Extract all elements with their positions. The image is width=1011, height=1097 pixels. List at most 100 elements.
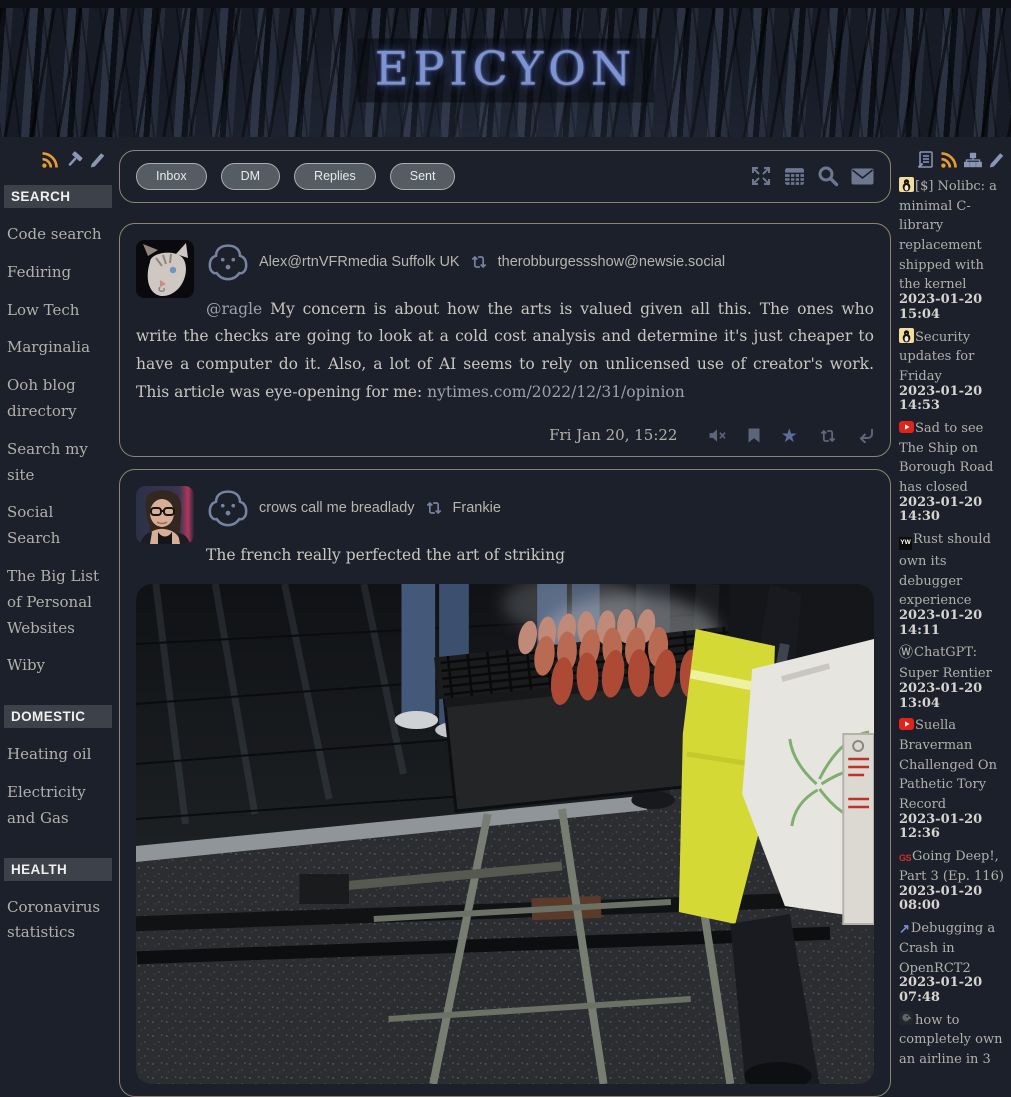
newswire-item: ↗Debugging a Crash in OpenRCT2 2023-01-2… (899, 917, 1008, 1006)
newswire-date: 2023-01-20 13:04 (899, 682, 1008, 711)
post-photo-strike-grill[interactable] (136, 584, 874, 1084)
sidebar-link-search-my-site[interactable]: Search my site (7, 437, 109, 489)
avatar[interactable] (136, 486, 194, 544)
boost-indicator-icon (424, 500, 444, 516)
newswire-item: Sad to see The Ship on Borough Road has … (899, 417, 1008, 525)
boost-target-handle[interactable]: Frankie (453, 500, 501, 516)
sidebar-link-fediring[interactable]: Fediring (7, 260, 109, 286)
mention-link[interactable]: @ragle (206, 300, 262, 318)
article-link[interactable]: nytimes.com/2022/12/31/opinion (427, 383, 685, 401)
left-sidebar: SEARCH Code search Fediring Low Tech Mar… (0, 137, 116, 958)
sidebar-link-coronavirus-statistics[interactable]: Coronavirus statistics (7, 895, 109, 947)
newswire-link[interactable]: Going Deep!, Part 3 (Ep. 116) (899, 849, 1004, 884)
newswire-date: 2023-01-20 08:00 (899, 885, 1008, 914)
wordpress-icon: Ⓦ (899, 642, 913, 662)
yw-favicon-icon: YW (899, 537, 912, 550)
calendar-icon[interactable] (784, 166, 805, 187)
newswire-date: 2023-01-20 07:48 (899, 976, 1008, 1005)
edit-pen-icon[interactable] (988, 151, 1006, 169)
post-2: crows call me breadlady Frankie The fren… (119, 469, 891, 1097)
newswire-item: Suella Braverman Challenged On Pathetic … (899, 714, 1008, 842)
search-icon[interactable] (817, 165, 839, 187)
timeline-icon-group (750, 165, 874, 187)
search-links: Code search Fediring Low Tech Marginalia… (0, 222, 116, 679)
newswire-item: YWRust should own its debugger experienc… (899, 528, 1008, 638)
newswire-link[interactable]: Debugging a Crash in OpenRCT2 (899, 921, 995, 976)
sidebar-link-big-list-personal-websites[interactable]: The Big List of Personal Websites (7, 564, 109, 641)
top-strip (0, 0, 1011, 8)
post-text: The french really perfected the art of s… (206, 546, 565, 564)
left-sidebar-icon-row (0, 151, 116, 175)
newswire-link[interactable]: [$] Nolibc: a minimal C-library replacem… (899, 179, 997, 292)
sidebar-header-health: HEALTH (4, 858, 112, 881)
newswire-column: [$] Nolibc: a minimal C-library replacem… (899, 137, 1011, 1071)
avatar[interactable] (136, 240, 194, 298)
sidebar-link-marginalia[interactable]: Marginalia (7, 335, 109, 361)
dog-person-icon[interactable] (206, 488, 250, 528)
sidebar-link-wiby[interactable]: Wiby (7, 653, 109, 679)
newswire-item: ⓌChatGPT: Super Rentier 2023-01-20 13:04 (899, 641, 1008, 711)
newswire-icon-row (899, 151, 1008, 175)
newswire-document-icon[interactable] (917, 151, 934, 169)
post-header: crows call me breadlady Frankie (206, 484, 874, 532)
post-author-handle[interactable]: crows call me breadlady (259, 500, 415, 516)
lwn-icon (899, 177, 914, 192)
youtube-icon (899, 419, 914, 434)
post-header: Alex@rtnVFRmedia Suffolk UK therobburges… (206, 238, 874, 286)
sidebar-header-domestic: DOMESTIC (4, 705, 112, 728)
newswire-link[interactable]: Rust should own its debugger experience (899, 532, 991, 608)
newswire-item: GSGoing Deep!, Part 3 (Ep. 116) 2023-01-… (899, 845, 1008, 914)
boost-target-handle[interactable]: therobburgessshow@newsie.social (498, 254, 726, 270)
mute-icon[interactable] (708, 428, 727, 443)
edit-pen-icon[interactable] (89, 151, 107, 169)
newswire-item: [$] Nolibc: a minimal C-library replacem… (899, 175, 1008, 323)
page-layout: SEARCH Code search Fediring Low Tech Mar… (0, 137, 1011, 1097)
newswire-item: how to completely own an airline in 3 (899, 1009, 1008, 1068)
banner[interactable]: EPICYON (0, 8, 1011, 137)
tab-sent[interactable]: Sent (390, 163, 456, 190)
reply-icon[interactable] (858, 428, 874, 443)
show-hide-envelope-icon[interactable] (851, 168, 874, 185)
newswire-date: 2023-01-20 12:36 (899, 813, 1008, 842)
newswire-date: 2023-01-20 14:11 (899, 609, 1008, 638)
post-body: @ragle My concern is about how the arts … (136, 296, 874, 408)
tab-dm[interactable]: DM (221, 163, 280, 190)
post-author-handle[interactable]: Alex@rtnVFRmedia Suffolk UK (259, 254, 460, 270)
hammer-icon[interactable] (65, 151, 83, 169)
dog-person-icon[interactable] (206, 242, 250, 282)
lwn-icon (899, 328, 914, 343)
newswire-date: 2023-01-20 14:53 (899, 385, 1008, 414)
newswire-link[interactable]: how to completely own an airline in 3 (899, 1013, 1003, 1067)
sidebar-link-low-tech[interactable]: Low Tech (7, 298, 109, 324)
sidebar-link-social-search[interactable]: Social Search (7, 500, 109, 552)
bookmark-icon[interactable] (747, 428, 761, 443)
expand-icon[interactable] (750, 165, 772, 187)
post-timestamp[interactable]: Fri Jan 20, 15:22 (549, 426, 677, 444)
star-icon[interactable]: ★ (781, 425, 798, 447)
bird-icon (899, 1011, 914, 1026)
sidebar-link-ooh-blog-directory[interactable]: Ooh blog directory (7, 373, 109, 425)
sidebar-link-code-search[interactable]: Code search (7, 222, 109, 248)
gs-icon: GS (899, 853, 911, 863)
health-links: Coronavirus statistics (0, 895, 116, 947)
post-1: Alex@rtnVFRmedia Suffolk UK therobburges… (119, 223, 891, 458)
sidebar-link-electricity-and-gas[interactable]: Electricity and Gas (7, 780, 109, 832)
newswire-date: 2023-01-20 15:04 (899, 293, 1008, 322)
rss-feed-icon[interactable] (41, 151, 59, 169)
sidebar-header-search: SEARCH (4, 185, 112, 208)
banner-title: EPICYON (357, 38, 654, 102)
tab-replies[interactable]: Replies (294, 163, 376, 190)
sitemap-icon[interactable] (964, 152, 982, 168)
newswire-link[interactable]: Suella Braverman Challenged On Pathetic … (899, 718, 997, 812)
newswire-item: Security updates for Friday 2023-01-20 1… (899, 326, 1008, 414)
repeat-icon[interactable] (818, 428, 838, 444)
timeline-column: Inbox DM Replies Sent (116, 137, 899, 1097)
timeline-controls: Inbox DM Replies Sent (119, 150, 891, 203)
youtube-icon (899, 716, 914, 731)
newswire-date: 2023-01-20 14:30 (899, 496, 1008, 525)
post-body: The french really perfected the art of s… (136, 542, 874, 570)
tab-inbox[interactable]: Inbox (136, 163, 207, 190)
sidebar-link-heating-oil[interactable]: Heating oil (7, 742, 109, 768)
rss-feed-icon[interactable] (940, 151, 958, 169)
boost-indicator-icon (469, 254, 489, 270)
